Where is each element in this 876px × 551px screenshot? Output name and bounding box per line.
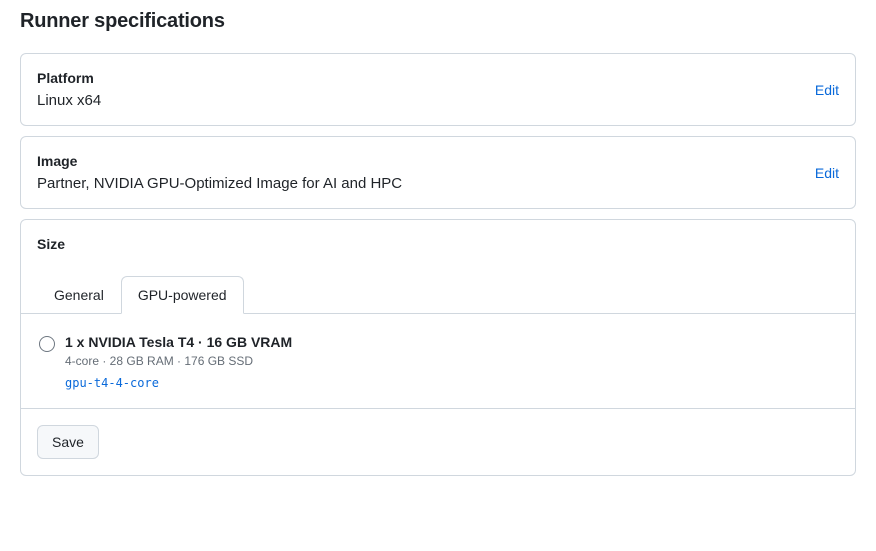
image-label: Image — [37, 153, 799, 169]
page-title: Runner specifications — [20, 10, 856, 33]
size-tabs: General GPU-powered — [21, 258, 855, 314]
image-edit-link[interactable]: Edit — [799, 165, 839, 181]
tab-general[interactable]: General — [37, 276, 121, 314]
image-card: Image Partner, NVIDIA GPU-Optimized Imag… — [20, 136, 856, 209]
save-button[interactable]: Save — [37, 425, 99, 459]
radio-unselected-icon[interactable] — [39, 336, 55, 352]
size-card: Size General GPU-powered 1 x NVIDIA Tesl… — [20, 219, 856, 476]
tab-gpu-powered[interactable]: GPU-powered — [121, 276, 244, 314]
platform-label: Platform — [37, 70, 799, 86]
platform-value: Linux x64 — [37, 92, 799, 109]
platform-edit-link[interactable]: Edit — [799, 82, 839, 98]
image-value: Partner, NVIDIA GPU-Optimized Image for … — [37, 175, 799, 192]
size-option-desc: 4-core · 28 GB RAM · 176 GB SSD — [65, 354, 837, 368]
size-option-tag: gpu-t4-4-core — [65, 376, 837, 390]
platform-card: Platform Linux x64 Edit — [20, 53, 856, 126]
size-option-title: 1 x NVIDIA Tesla T4 · 16 GB VRAM — [65, 334, 837, 350]
size-option[interactable]: 1 x NVIDIA Tesla T4 · 16 GB VRAM 4-core … — [21, 314, 855, 409]
size-label: Size — [37, 236, 839, 252]
